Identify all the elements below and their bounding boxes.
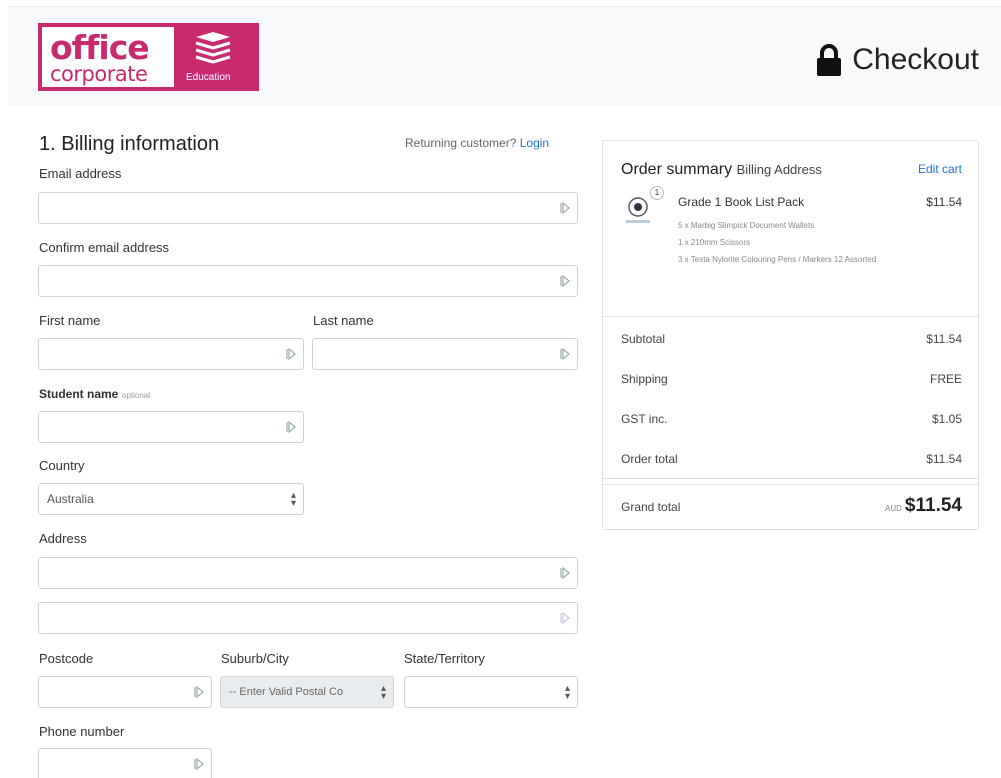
select-caret-icon: ▴ ▾ xyxy=(564,683,570,702)
autofill-icon[interactable] xyxy=(560,275,570,287)
list-item: 1 x 210mm Scissors xyxy=(678,238,751,247)
list-item: 3 x Texta Nylorite Colouring Pens / Mark… xyxy=(678,255,877,264)
summary-divider xyxy=(603,478,978,479)
phone-field[interactable] xyxy=(38,748,212,778)
optional-hint: optional xyxy=(121,391,150,400)
grand-total-amount: AUD $11.54 xyxy=(885,495,962,517)
lock-icon xyxy=(817,44,842,76)
order-summary-heading: Order summary Billing Address xyxy=(621,161,822,179)
page-title: Checkout xyxy=(852,43,979,76)
returning-customer-prompt: Returning customer? Login xyxy=(405,136,549,150)
autofill-icon[interactable] xyxy=(286,421,296,433)
quantity-badge: 1 xyxy=(650,186,664,200)
product-price: $11.54 xyxy=(926,195,962,209)
address-label: Address xyxy=(39,531,87,546)
edit-cart-link[interactable]: Edit cart xyxy=(918,162,962,176)
autofill-icon[interactable] xyxy=(560,202,570,214)
product-contents-list: 5 x Marbig Slimpick Document Wallets 1 x… xyxy=(678,217,938,268)
first-name-field[interactable] xyxy=(38,338,304,370)
confirm-email-field[interactable] xyxy=(38,265,578,297)
select-caret-icon: ▴ ▾ xyxy=(380,683,386,702)
country-label: Country xyxy=(39,458,85,473)
order-total-value: $11.54 xyxy=(926,452,962,466)
logo-word-corporate: corporate xyxy=(50,62,148,86)
gst-label: GST inc. xyxy=(621,412,668,426)
autofill-icon[interactable] xyxy=(194,686,204,698)
grand-total-label: Grand total xyxy=(621,500,681,514)
grand-total-value: $11.54 xyxy=(904,495,962,516)
product-name: Grade 1 Book List Pack xyxy=(678,195,805,209)
autofill-icon[interactable] xyxy=(560,612,570,624)
order-total-label: Order total xyxy=(621,452,678,466)
subtotal-label: Subtotal xyxy=(621,332,666,346)
state-select[interactable]: ▴ ▾ xyxy=(404,676,578,708)
order-summary-title: Order summary xyxy=(621,161,733,178)
logo-tag-education: Education xyxy=(186,72,231,83)
login-link[interactable]: Login xyxy=(520,136,549,150)
site-header: office corporate Education Checkout xyxy=(8,6,1001,106)
student-name-label-text: Student name xyxy=(39,387,119,401)
summary-divider xyxy=(603,316,978,317)
currency-code: AUD xyxy=(885,504,902,513)
last-name-field[interactable] xyxy=(312,338,578,370)
postcode-label: Postcode xyxy=(39,651,94,666)
autofill-icon[interactable] xyxy=(560,348,570,360)
subtotal-value: $11.54 xyxy=(926,332,962,346)
address-line1-field[interactable] xyxy=(38,557,578,589)
brand-logo[interactable]: office corporate Education xyxy=(38,23,259,91)
email-field[interactable] xyxy=(38,192,578,224)
student-name-field[interactable] xyxy=(38,411,304,443)
summary-divider xyxy=(603,484,978,485)
shipping-label: Shipping xyxy=(621,372,668,386)
state-label: State/Territory xyxy=(404,651,485,666)
billing-section-title: 1. Billing information xyxy=(39,133,220,155)
autofill-icon[interactable] xyxy=(560,567,570,579)
product-thumbnail-icon xyxy=(626,197,650,223)
confirm-email-label: Confirm email address xyxy=(39,240,170,255)
email-label: Email address xyxy=(39,166,122,181)
shipping-value: FREE xyxy=(929,372,962,386)
suburb-select[interactable]: -- Enter Valid Postal Co ▴ ▾ xyxy=(220,676,394,708)
phone-label: Phone number xyxy=(39,724,125,739)
last-name-label: Last name xyxy=(313,313,374,328)
suburb-placeholder: -- Enter Valid Postal Co xyxy=(229,686,344,698)
postcode-field[interactable] xyxy=(38,676,212,708)
gst-value: $1.05 xyxy=(931,412,962,426)
country-select[interactable]: Australia ▴ ▾ xyxy=(38,483,304,515)
select-caret-icon: ▴ ▾ xyxy=(290,490,296,509)
country-selected-value: Australia xyxy=(47,492,94,506)
list-item: 5 x Marbig Slimpick Document Wallets xyxy=(678,221,815,230)
first-name-label: First name xyxy=(39,313,101,328)
order-summary-subtitle: Billing Address xyxy=(736,162,822,177)
suburb-label: Suburb/City xyxy=(221,651,289,666)
autofill-icon[interactable] xyxy=(286,348,296,360)
address-line2-field[interactable] xyxy=(38,602,578,634)
checkout-heading: Checkout xyxy=(814,43,979,77)
autofill-icon[interactable] xyxy=(194,758,204,770)
logo-word-office: office xyxy=(50,28,150,67)
returning-customer-text: Returning customer? xyxy=(405,136,517,150)
books-icon xyxy=(195,32,231,64)
student-name-label: Student name optional xyxy=(39,386,150,401)
order-summary-panel: Order summary Billing Address Edit cart … xyxy=(602,140,979,530)
logo-wordmark-panel: office corporate xyxy=(42,27,174,87)
